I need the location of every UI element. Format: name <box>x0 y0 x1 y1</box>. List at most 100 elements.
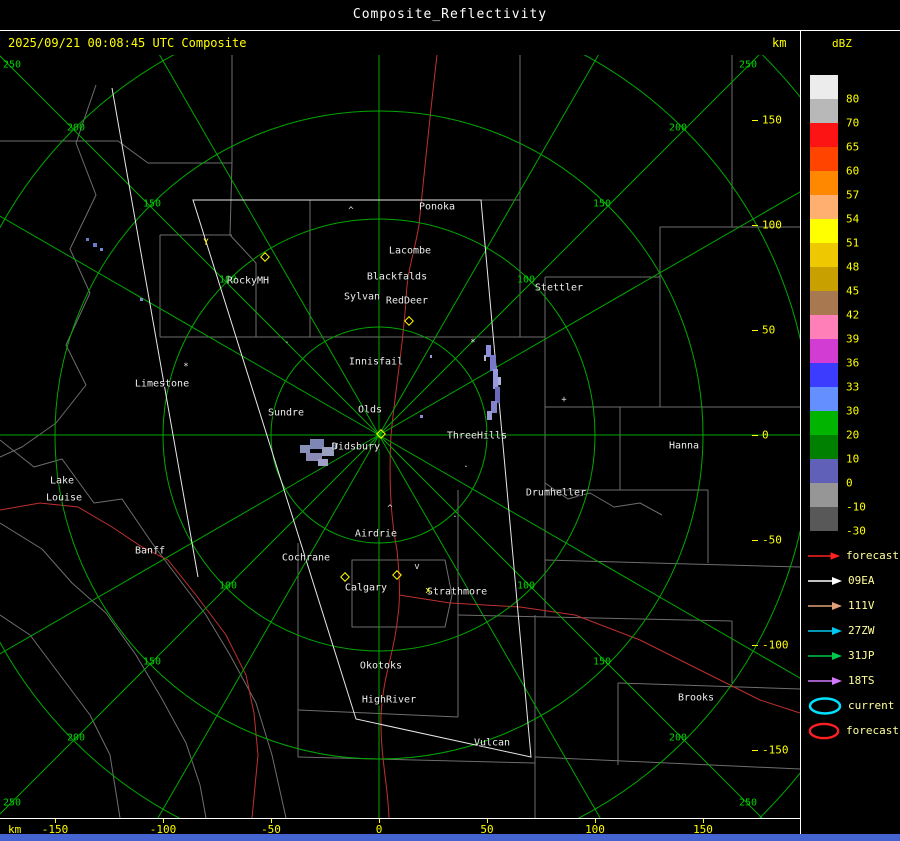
legend-label: 18TS <box>848 674 875 687</box>
09ea-arrow-icon <box>808 576 842 585</box>
colorbar-swatch <box>810 483 838 507</box>
colorbar-value: 80 <box>846 92 860 106</box>
legend-label: current <box>848 699 895 712</box>
precip-echo <box>140 298 143 301</box>
colorbar-swatch <box>810 171 838 195</box>
precip-echo <box>100 248 103 251</box>
precip-echo <box>493 369 498 389</box>
legend-item: current <box>807 693 899 718</box>
colorbar-value: -30 <box>846 524 866 538</box>
legend-label: forecast <box>846 549 899 562</box>
horizontal-scrollbar[interactable] <box>0 834 900 841</box>
111v-arrow-icon <box>808 601 842 610</box>
colorbar-swatch <box>810 267 838 291</box>
precip-echo <box>430 355 432 358</box>
range-ring <box>758 55 800 818</box>
radar-map-canvas <box>0 55 800 818</box>
radar-coverage-outline <box>111 87 532 758</box>
31jp-arrow-icon <box>808 651 842 660</box>
km-unit-top: km <box>772 36 787 50</box>
forecast-arrow-icon <box>807 551 841 560</box>
colorbar-swatch <box>810 195 838 219</box>
precip-echo <box>86 238 89 241</box>
colorbar-swatch <box>810 147 838 171</box>
title-bar: Composite_Reflectivity <box>0 0 900 31</box>
county-boundaries <box>0 55 800 818</box>
radar-map[interactable]: 100 150 200 250 100 150 200 250 100 150 200 250 100 1… <box>0 55 800 818</box>
18ts-arrow-icon <box>808 676 842 685</box>
colorbar-swatch <box>810 507 838 531</box>
legend-item: forecast <box>807 718 899 743</box>
legend-label: 31JP <box>848 649 875 662</box>
colorbar-value: 45 <box>846 284 860 298</box>
forecast-ellipse-icon <box>808 722 840 739</box>
colorbar-swatch <box>810 75 838 99</box>
precip-echo <box>420 415 423 418</box>
colorbar-value: -10 <box>846 500 866 514</box>
precip-echo <box>490 355 496 371</box>
precip-echo <box>332 443 338 449</box>
azimuth-lines <box>0 55 800 818</box>
current-ellipse-icon <box>808 696 842 715</box>
azimuth-line <box>0 55 380 436</box>
legend-label: 27ZW <box>848 624 875 637</box>
azimuth-line <box>0 434 380 655</box>
radar-application-window: { "window": { "title": "Composite_Reflec… <box>0 0 900 841</box>
colorbar-swatch <box>810 315 838 339</box>
colorbar-swatch <box>810 339 838 363</box>
legend-label: 09EA <box>848 574 875 587</box>
colorbar-value: 20 <box>846 428 860 442</box>
colorbar-value: 10 <box>846 452 860 466</box>
colorbar-swatch <box>810 459 838 483</box>
legend: forecast 09EA 111V 27ZW 31JP 18TS current forec… <box>807 543 899 743</box>
colorbar-value: 36 <box>846 356 860 370</box>
legend-item: 27ZW <box>807 618 899 643</box>
colorbar-swatch <box>810 363 838 387</box>
colorbar-swatch <box>810 123 838 147</box>
colorbar-swatch <box>810 243 838 267</box>
colorbar-value: 51 <box>846 236 860 250</box>
range-rings <box>0 55 800 818</box>
azimuth-line <box>157 434 380 818</box>
legend-label: 111V <box>848 599 875 612</box>
azimuth-line <box>0 215 380 436</box>
colorbar-value: 30 <box>846 404 860 418</box>
colorbar-swatch <box>810 411 838 435</box>
bottom-axis: km -150 -100 -50 0 50 100 150 <box>0 819 800 836</box>
colorbar-value: 0 <box>846 476 853 490</box>
legend-item: forecast <box>807 543 899 568</box>
colorbar-swatch <box>810 387 838 411</box>
precip-echo <box>300 445 310 453</box>
colorbar-value: 70 <box>846 116 860 130</box>
timestamp-label: 2025/09/21 00:08:45 UTC Composite <box>8 36 247 50</box>
colorbar-value: 48 <box>846 260 860 274</box>
legend-item: 31JP <box>807 643 899 668</box>
azimuth-line <box>159 55 380 436</box>
azimuth-line <box>378 55 599 436</box>
colorbar-value: 65 <box>846 140 860 154</box>
legend-label: forecast <box>846 724 899 737</box>
precip-echo <box>498 377 501 385</box>
range-ring <box>0 55 800 818</box>
precip-echoes <box>86 238 501 466</box>
colorbar-swatch <box>810 219 838 243</box>
colorbar-swatch <box>810 435 838 459</box>
colorbar-swatch <box>810 99 838 123</box>
azimuth-line <box>0 434 380 815</box>
colorbar-value: 39 <box>846 332 860 346</box>
azimuth-line <box>378 55 760 436</box>
precip-echo <box>484 355 486 361</box>
legend-item: 111V <box>807 593 899 618</box>
colorbar-value: 33 <box>846 380 860 394</box>
precip-echo <box>93 243 97 247</box>
window-title: Composite_Reflectivity <box>352 7 548 22</box>
colorbar-value: 42 <box>846 308 860 322</box>
precip-echo <box>318 459 328 466</box>
colorbar: 80 70 65 60 57 54 51 48 45 42 39 36 33 30 20 10 0 -10 -30 <box>810 75 898 545</box>
highway-lines <box>0 55 800 818</box>
27zw-arrow-icon <box>808 626 842 635</box>
precip-echo <box>495 387 500 403</box>
precip-echo <box>487 411 492 420</box>
colorbar-value: 57 <box>846 188 860 202</box>
legend-item: 18TS <box>807 668 899 693</box>
